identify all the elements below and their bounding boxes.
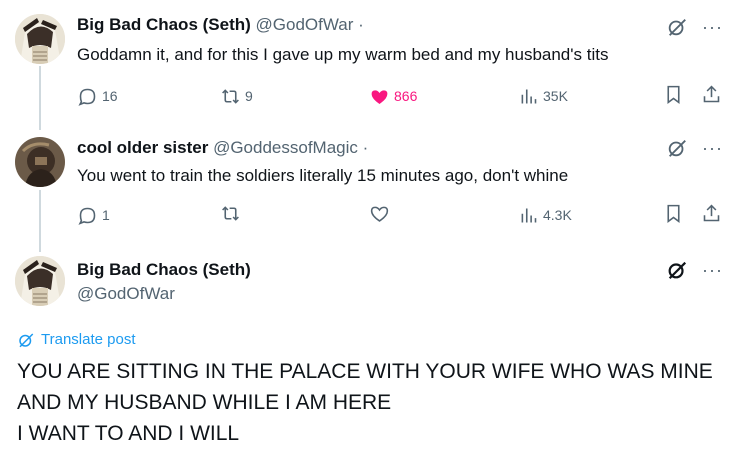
main-post-line: I WANT TO AND I WILL <box>17 422 240 445</box>
share-icon <box>701 203 722 224</box>
like-button[interactable] <box>369 203 394 224</box>
tweet[interactable]: Big Bad Chaos (Seth) @GodOfWar · ··· God… <box>0 0 743 125</box>
views-count: 4.3K <box>543 207 572 223</box>
tweet-header: Big Bad Chaos (Seth) @GodOfWar · <box>77 14 364 36</box>
reply-icon <box>77 86 98 107</box>
reply-count: 1 <box>102 207 110 223</box>
user-handle[interactable]: @GoddessofMagic <box>213 138 358 157</box>
avatar[interactable] <box>15 14 65 64</box>
views-icon <box>518 205 539 226</box>
share-button[interactable] <box>701 84 722 105</box>
like-button[interactable]: 866 <box>369 84 417 108</box>
avatar[interactable] <box>15 256 65 306</box>
reply-button[interactable]: 1 <box>77 203 110 227</box>
user-handle[interactable]: @GodOfWar <box>256 15 354 34</box>
display-name[interactable]: cool older sister <box>77 138 208 157</box>
main-post-name: Big Bad Chaos (Seth) <box>77 259 251 281</box>
main-post-text: YOU ARE SITTING IN THE PALACE WITH YOUR … <box>17 356 713 449</box>
main-post-line: YOU ARE SITTING IN THE PALACE WITH YOUR … <box>17 360 713 383</box>
reply-button[interactable]: 16 <box>77 84 118 108</box>
separator-dot: · <box>358 15 364 34</box>
grok-icon[interactable] <box>666 137 688 159</box>
more-icon[interactable]: ··· <box>702 261 723 279</box>
retweet-icon <box>220 86 241 107</box>
heart-icon <box>369 203 390 224</box>
display-name[interactable]: Big Bad Chaos (Seth) <box>77 260 251 279</box>
main-post-line: AND MY HUSBAND WHILE I AM HERE <box>17 391 392 414</box>
views-button[interactable]: 35K <box>518 84 568 108</box>
tweet-header: cool older sister @GoddessofMagic · <box>77 137 368 159</box>
more-icon[interactable]: ··· <box>702 139 723 157</box>
tweet-text: You went to train the soldiers literally… <box>77 166 569 185</box>
tweet[interactable]: cool older sister @GoddessofMagic · ··· … <box>0 125 743 245</box>
views-count: 35K <box>543 88 568 104</box>
translate-label: Translate post <box>41 331 136 348</box>
retweet-count: 9 <box>245 88 253 104</box>
display-name[interactable]: Big Bad Chaos (Seth) <box>77 15 251 34</box>
bookmark-icon <box>663 203 684 224</box>
tweet-top-actions: ··· <box>666 259 723 281</box>
bookmark-button[interactable] <box>663 203 684 224</box>
share-icon <box>701 84 722 105</box>
user-handle[interactable]: @GodOfWar <box>77 284 175 303</box>
tweet-text: Goddamn it, and for this I gave up my wa… <box>77 45 609 64</box>
separator-dot: · <box>362 138 369 157</box>
avatar[interactable] <box>15 137 65 187</box>
translate-icon <box>17 331 35 349</box>
share-button[interactable] <box>701 203 722 224</box>
grok-icon[interactable] <box>666 259 688 281</box>
tweet-top-actions: ··· <box>666 16 723 38</box>
heart-icon <box>369 86 390 107</box>
reply-count: 16 <box>102 88 118 104</box>
reply-icon <box>77 205 98 226</box>
retweet-icon <box>220 203 241 224</box>
views-button[interactable]: 4.3K <box>518 203 572 227</box>
tweet-actions: 16 9 866 35K <box>77 84 727 108</box>
grok-icon[interactable] <box>666 16 688 38</box>
retweet-button[interactable] <box>220 203 245 224</box>
more-icon[interactable]: ··· <box>702 18 723 36</box>
views-icon <box>518 86 539 107</box>
retweet-button[interactable]: 9 <box>220 84 253 108</box>
like-count: 866 <box>394 88 418 104</box>
bookmark-button[interactable] <box>663 84 684 105</box>
tweet-top-actions: ··· <box>666 137 723 159</box>
tweet-actions: 1 4.3K <box>77 203 727 227</box>
translate-post-link[interactable]: Translate post <box>17 330 136 350</box>
bookmark-icon <box>663 84 684 105</box>
main-post-handle-row: @GodOfWar <box>77 283 175 305</box>
